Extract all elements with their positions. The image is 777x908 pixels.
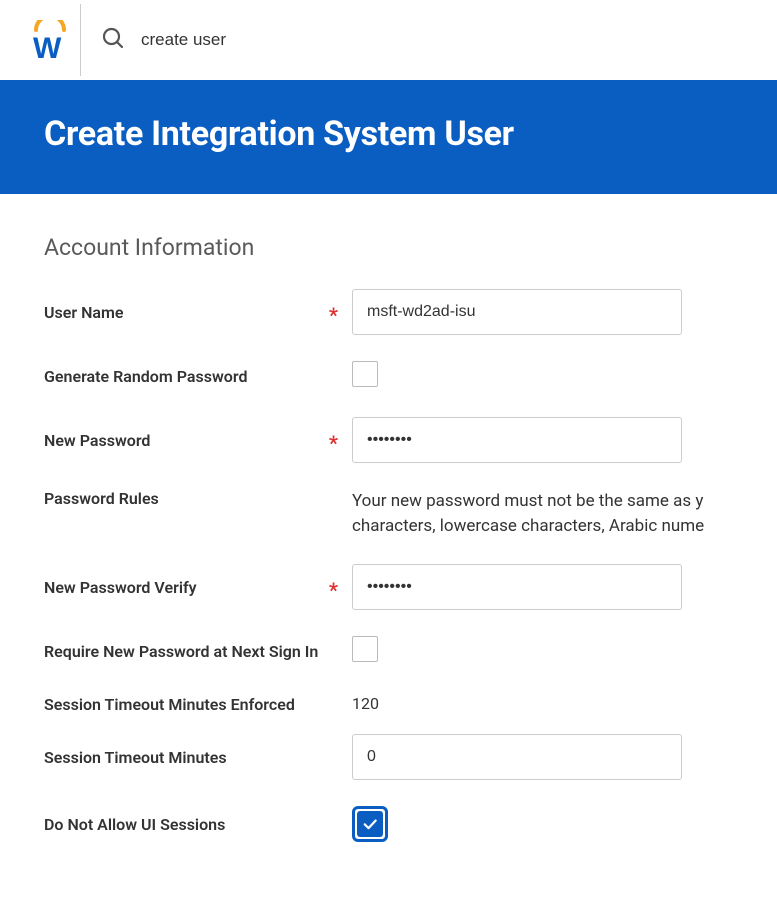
new-password-verify-field[interactable] [352, 564, 682, 610]
require-new-password-checkbox[interactable] [352, 636, 378, 662]
new-password-verify-label: New Password Verify * [44, 577, 352, 597]
page-hero: Create Integration System User [0, 80, 777, 194]
new-password-label: New Password * [44, 430, 352, 450]
do-not-allow-ui-checkbox[interactable] [352, 806, 388, 842]
generate-random-password-label: Generate Random Password [44, 367, 352, 386]
search-icon[interactable] [101, 26, 125, 54]
password-rules-text: Your new password must not be the same a… [352, 489, 733, 538]
required-indicator: * [329, 305, 338, 325]
section-title: Account Information [44, 234, 733, 261]
user-name-field[interactable] [352, 289, 682, 335]
session-timeout-enforced-label: Session Timeout Minutes Enforced [44, 695, 352, 714]
session-timeout-enforced-value: 120 [352, 694, 379, 713]
password-rules-label: Password Rules [44, 489, 352, 508]
search-input[interactable] [139, 29, 439, 51]
new-password-field[interactable] [352, 417, 682, 463]
do-not-allow-ui-label: Do Not Allow UI Sessions [44, 815, 352, 834]
svg-text:W: W [33, 32, 62, 60]
generate-random-password-checkbox[interactable] [352, 361, 378, 387]
page-title: Create Integration System User [44, 114, 733, 154]
form-content: Account Information User Name * Generate… [0, 194, 777, 908]
user-name-label: User Name * [44, 302, 352, 322]
require-new-password-label: Require New Password at Next Sign In [44, 642, 352, 661]
search-bar [101, 26, 757, 54]
top-bar: W [0, 0, 777, 80]
session-timeout-minutes-label: Session Timeout Minutes [44, 748, 352, 767]
check-icon [361, 815, 379, 833]
required-indicator: * [329, 433, 338, 453]
session-timeout-minutes-field[interactable] [352, 734, 682, 780]
workday-logo[interactable]: W [20, 0, 80, 80]
vertical-divider [80, 4, 81, 76]
required-indicator: * [329, 580, 338, 600]
